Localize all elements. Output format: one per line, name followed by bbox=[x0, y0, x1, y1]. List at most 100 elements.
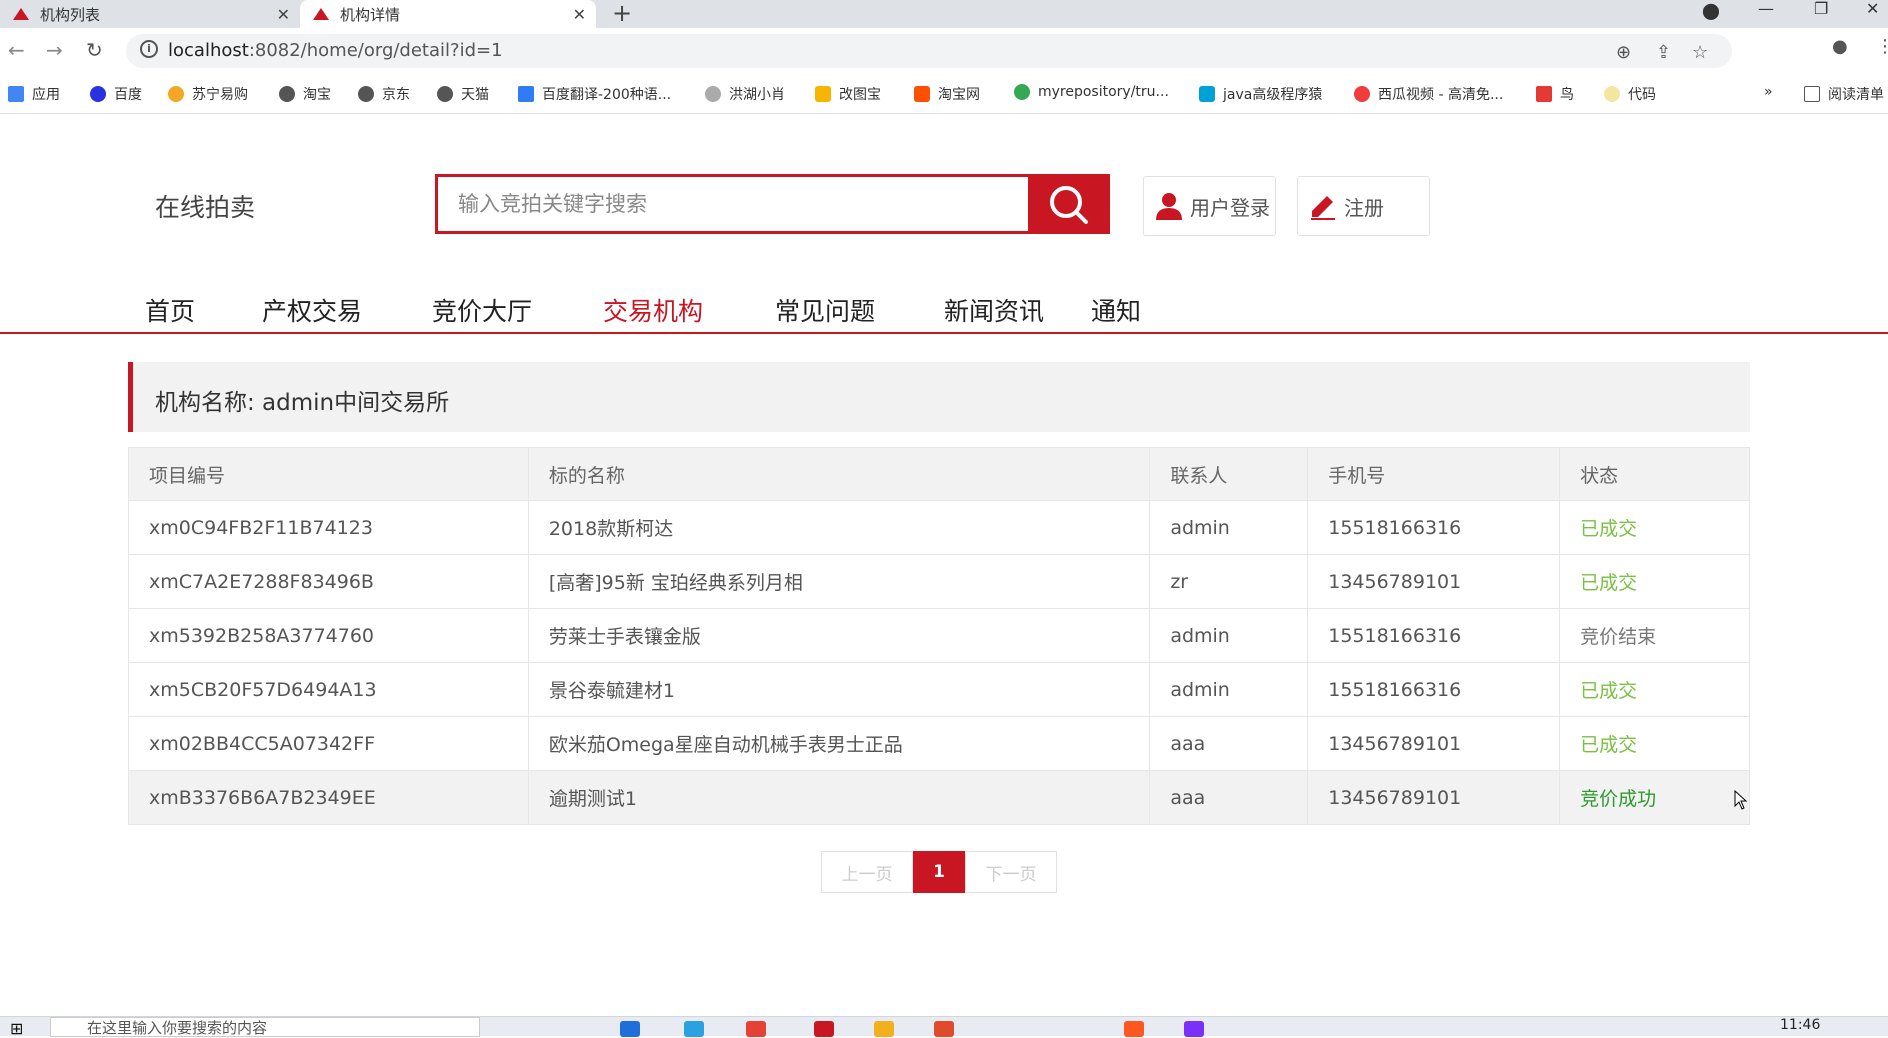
profile-icon[interactable]: ● bbox=[1832, 36, 1848, 57]
prev-page-button[interactable]: 上一页 bbox=[821, 851, 913, 893]
table-row[interactable]: xmC7A2E7288F83496B [高奢]95新 宝珀经典系列月相 zr 1… bbox=[128, 554, 1750, 609]
bilibili-icon bbox=[1199, 86, 1215, 102]
site-info-icon[interactable]: i bbox=[140, 40, 158, 58]
app-icon[interactable] bbox=[1184, 1021, 1204, 1037]
globe-icon bbox=[279, 86, 295, 102]
tab-org-list[interactable]: 机构列表 ✕ bbox=[0, 0, 300, 28]
taskbar-search-text: 在这里输入你要搜索的内容 bbox=[87, 1019, 268, 1037]
restore-icon[interactable]: ❐ bbox=[1814, 0, 1828, 18]
table-header-row: 项目编号 标的名称 联系人 手机号 状态 bbox=[128, 447, 1750, 501]
nav-news[interactable]: 新闻资讯 bbox=[944, 292, 1044, 328]
browser-tab-bar: 机构列表 ✕ 机构详情 ✕ + ⬤ — ❐ ✕ bbox=[0, 0, 1888, 28]
tab-search-icon[interactable]: ⬤ bbox=[1702, 2, 1720, 20]
register-button[interactable]: 注册 bbox=[1297, 176, 1430, 236]
table-row[interactable]: xm02BB4CC5A07342FF 欧米茄Omega星座自动机械手表男士正品 … bbox=[128, 716, 1750, 771]
search-input[interactable] bbox=[458, 186, 1018, 222]
close-window-icon[interactable]: ✕ bbox=[1866, 0, 1879, 18]
site-brand[interactable]: 在线拍卖 bbox=[155, 188, 255, 224]
bookmark-code[interactable]: 代码 bbox=[1604, 84, 1656, 104]
system-clock[interactable]: 11:46 bbox=[1780, 1017, 1820, 1033]
bookmark-suning[interactable]: 苏宁易购 bbox=[168, 84, 248, 104]
bookmarks-overflow-icon[interactable]: » bbox=[1764, 84, 1773, 100]
bookmark-gaitubao[interactable]: 改图宝 bbox=[815, 84, 881, 104]
org-title-bar: 机构名称: admin中间交易所 bbox=[128, 362, 1750, 432]
col-phone: 手机号 bbox=[1307, 447, 1561, 501]
cell-phone: 13456789101 bbox=[1307, 554, 1561, 609]
nav-trade-institutions[interactable]: 交易机构 bbox=[603, 292, 703, 328]
tab-label: 机构列表 bbox=[40, 5, 101, 24]
app-icon[interactable] bbox=[1124, 1021, 1144, 1037]
back-icon[interactable]: ← bbox=[8, 38, 25, 62]
search-box bbox=[435, 174, 1110, 234]
url-host: localhost bbox=[168, 40, 249, 61]
table-row[interactable]: xm5CB20F57D6494A13 景谷泰毓建材1 admin 1551816… bbox=[128, 662, 1750, 717]
nav-bidding-hall[interactable]: 竞价大厅 bbox=[432, 292, 532, 328]
app-icon[interactable] bbox=[814, 1021, 834, 1037]
url-text[interactable]: localhost:8082/home/org/detail?id=1 bbox=[168, 40, 503, 61]
bookmark-star-icon[interactable]: ☆ bbox=[1692, 42, 1708, 63]
menu-icon[interactable]: ⋮ bbox=[1876, 36, 1888, 57]
bookmark-label: 代码 bbox=[1628, 87, 1656, 103]
bookmark-bird[interactable]: 鸟 bbox=[1536, 84, 1574, 104]
bookmark-jd[interactable]: 京东 bbox=[358, 84, 410, 104]
start-icon[interactable]: ⊞ bbox=[10, 1019, 23, 1038]
cell-phone: 13456789101 bbox=[1307, 716, 1561, 771]
table-row[interactable]: xm5392B258A3774760 劳莱士手表镶金版 admin 155181… bbox=[128, 608, 1750, 663]
bird-icon bbox=[705, 86, 721, 102]
folder-icon[interactable] bbox=[874, 1021, 894, 1037]
zoom-icon[interactable]: ⊕ bbox=[1616, 42, 1631, 63]
cell-contact: zr bbox=[1149, 554, 1309, 609]
cell-phone: 15518166316 bbox=[1307, 662, 1561, 717]
cell-item-name: 2018款斯柯达 bbox=[527, 500, 1151, 555]
nav-home[interactable]: 首页 bbox=[145, 292, 195, 328]
bookmark-tmall[interactable]: 天猫 bbox=[437, 84, 489, 104]
bookmark-label: myrepository/tru... bbox=[1038, 84, 1169, 100]
cell-item-name: 景谷泰毓建材1 bbox=[527, 662, 1151, 717]
cell-item-name: [高奢]95新 宝珀经典系列月相 bbox=[527, 554, 1151, 609]
close-tab-icon[interactable]: ✕ bbox=[277, 5, 290, 24]
bookmark-label: java高级程序猿 bbox=[1223, 87, 1323, 103]
table-row[interactable]: xmB3376B6A7B2349EE 逾期测试1 aaa 13456789101… bbox=[128, 770, 1750, 825]
bookmark-label: 阅读清单 bbox=[1828, 87, 1884, 103]
nav-property-trade[interactable]: 产权交易 bbox=[262, 292, 362, 328]
bookmark-label: 改图宝 bbox=[839, 87, 881, 103]
taskbar-search[interactable]: 在这里输入你要搜索的内容 bbox=[50, 1017, 480, 1037]
minimize-icon[interactable]: — bbox=[1758, 0, 1774, 18]
table-row[interactable]: xm0C94FB2F11B74123 2018款斯柯达 admin 155181… bbox=[128, 500, 1750, 555]
bookmark-taobao[interactable]: 淘宝 bbox=[279, 84, 331, 104]
bookmark-taobao-web[interactable]: 淘宝网 bbox=[914, 84, 980, 104]
bookmark-xigua[interactable]: 西瓜视频 - 高清免... bbox=[1354, 84, 1503, 104]
bookmark-honghu[interactable]: 洪湖小肖 bbox=[705, 84, 785, 104]
next-page-button[interactable]: 下一页 bbox=[965, 851, 1057, 893]
tab-org-detail[interactable]: 机构详情 ✕ bbox=[300, 0, 596, 28]
reading-list[interactable]: 阅读清单 bbox=[1804, 84, 1884, 104]
chrome-icon[interactable] bbox=[746, 1021, 766, 1037]
bookmark-myrepository[interactable]: myrepository/tru... bbox=[1014, 84, 1169, 100]
cell-project-id: xm5CB20F57D6494A13 bbox=[128, 662, 529, 717]
address-bar[interactable]: i localhost:8082/home/org/detail?id=1 ⊕ … bbox=[126, 34, 1732, 68]
app-icon[interactable] bbox=[934, 1021, 954, 1037]
col-contact: 联系人 bbox=[1149, 447, 1309, 501]
apps-grid-icon bbox=[8, 86, 24, 102]
app-icon[interactable] bbox=[684, 1021, 704, 1037]
bookmark-baidu-translate[interactable]: 百度翻译-200种语... bbox=[518, 84, 671, 104]
search-button[interactable] bbox=[1028, 174, 1110, 234]
cell-phone: 15518166316 bbox=[1307, 500, 1561, 555]
bookmark-baidu[interactable]: 百度 bbox=[90, 84, 142, 104]
bookmark-apps[interactable]: 应用 bbox=[8, 84, 60, 104]
close-tab-icon[interactable]: ✕ bbox=[573, 5, 586, 24]
forward-icon[interactable]: → bbox=[46, 38, 63, 62]
nav-faq[interactable]: 常见问题 bbox=[775, 292, 875, 328]
share-icon[interactable]: ⇪ bbox=[1656, 42, 1671, 63]
nav-notice[interactable]: 通知 bbox=[1091, 292, 1141, 328]
reload-icon[interactable]: ↻ bbox=[86, 38, 103, 62]
project-table: 项目编号 标的名称 联系人 手机号 状态 xm0C94FB2F11B74123 … bbox=[128, 447, 1750, 825]
login-button[interactable]: 用户登录 bbox=[1143, 176, 1276, 236]
page-1-button[interactable]: 1 bbox=[913, 851, 965, 893]
bookmark-java[interactable]: java高级程序猿 bbox=[1199, 84, 1322, 104]
cell-item-name: 逾期测试1 bbox=[527, 770, 1151, 825]
new-tab-icon[interactable]: + bbox=[612, 0, 632, 26]
app-icon[interactable] bbox=[620, 1021, 640, 1037]
bookmark-label: 百度翻译-200种语... bbox=[542, 87, 672, 103]
cell-contact: admin bbox=[1149, 608, 1309, 663]
